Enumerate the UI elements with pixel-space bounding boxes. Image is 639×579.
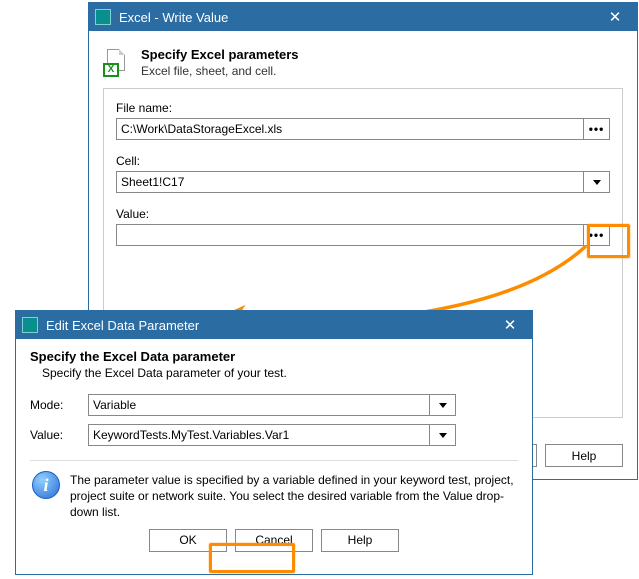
cell-label: Cell:: [116, 154, 610, 168]
window-title: Edit Excel Data Parameter: [46, 318, 492, 333]
value-label: Value:: [116, 207, 610, 221]
cell-input[interactable]: [117, 172, 583, 192]
mode-select[interactable]: [89, 395, 429, 415]
titlebar: Edit Excel Data Parameter ✕: [16, 311, 532, 339]
file-browse-button[interactable]: •••: [583, 119, 609, 139]
app-icon: [95, 9, 111, 25]
window-title: Excel - Write Value: [119, 10, 597, 25]
info-icon: i: [32, 471, 60, 499]
app-icon: [22, 317, 38, 333]
file-name-input[interactable]: [117, 119, 583, 139]
value-dropdown-button[interactable]: [429, 425, 455, 445]
mode-label: Mode:: [30, 398, 88, 412]
cell-dropdown-button[interactable]: [583, 172, 609, 192]
close-icon[interactable]: ✕: [597, 5, 633, 29]
header-subtitle: Excel file, sheet, and cell.: [141, 64, 299, 78]
titlebar: Excel - Write Value ✕: [89, 3, 637, 31]
file-name-label: File name:: [116, 101, 610, 115]
value-input[interactable]: [117, 225, 583, 245]
help-button[interactable]: Help: [321, 529, 399, 552]
value-edit-button[interactable]: •••: [583, 225, 609, 245]
info-text: The parameter value is specified by a va…: [70, 471, 516, 521]
help-button[interactable]: Help: [545, 444, 623, 467]
dialog-header-title: Specify the Excel Data parameter: [30, 349, 518, 364]
header-title: Specify Excel parameters: [141, 47, 299, 62]
cancel-button[interactable]: Cancel: [235, 529, 313, 552]
close-icon[interactable]: ✕: [492, 313, 528, 337]
value-select[interactable]: [89, 425, 429, 445]
value-label: Value:: [30, 428, 88, 442]
ok-button[interactable]: OK: [149, 529, 227, 552]
edit-parameter-dialog: Edit Excel Data Parameter ✕ Specify the …: [15, 310, 533, 575]
mode-dropdown-button[interactable]: [429, 395, 455, 415]
separator: [30, 460, 518, 461]
dialog-header-subtitle: Specify the Excel Data parameter of your…: [30, 366, 518, 380]
excel-file-icon: X: [103, 49, 131, 77]
